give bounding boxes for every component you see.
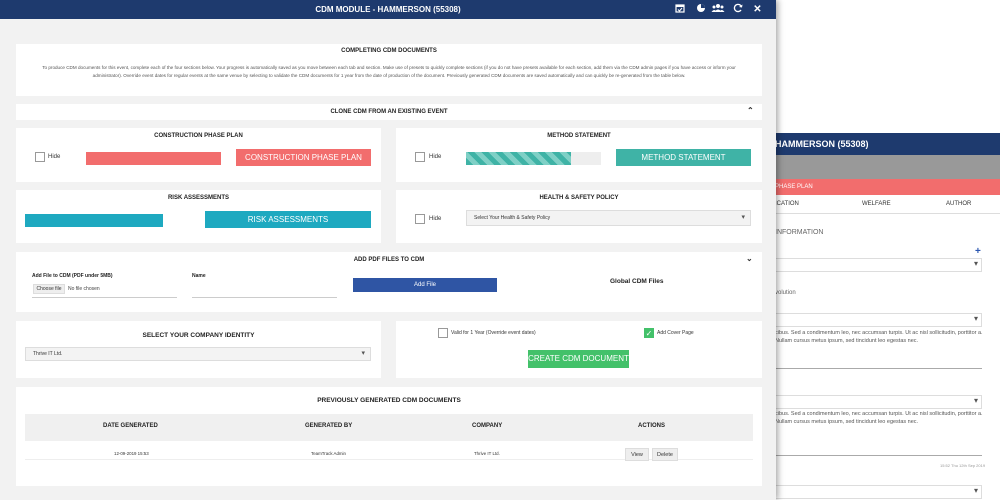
construction-progress-fill bbox=[86, 152, 221, 165]
method-progress-fill bbox=[466, 152, 572, 165]
modal-title: CDM MODULE - HAMMERSON (55308) bbox=[315, 5, 461, 14]
options-panel: Valid for 1 Year (Override event dates) … bbox=[396, 321, 762, 378]
company-select[interactable]: Thrive IT Ltd. bbox=[25, 347, 371, 361]
background-select-2[interactable] bbox=[772, 313, 982, 327]
calendar-check-icon[interactable] bbox=[673, 3, 686, 16]
method-hide-checkbox[interactable] bbox=[415, 152, 425, 162]
view-button[interactable]: View bbox=[625, 448, 649, 461]
risk-progress-bar bbox=[25, 214, 163, 227]
global-cdm-files-label: Global CDM Files bbox=[610, 278, 664, 285]
company-value: Thrive IT Ltd. bbox=[33, 351, 63, 357]
header-date-generated: DATE GENERATED bbox=[103, 423, 158, 429]
method-title: METHOD STATEMENT bbox=[547, 133, 611, 139]
header-company: COMPANY bbox=[472, 423, 503, 429]
clone-panel[interactable]: CLONE CDM FROM AN EXISTING EVENT ⌃ bbox=[16, 104, 762, 120]
row-generated-by: TeamTrack Admin bbox=[311, 451, 346, 456]
row-date: 12-09-2019 15:53 bbox=[114, 451, 149, 456]
health-policy-value: Select Your Health & Safety Policy bbox=[474, 215, 551, 221]
add-file-button[interactable]: Add File bbox=[353, 278, 497, 292]
risk-panel: RISK ASSESSMENTS RISK ASSESSMENTS bbox=[16, 190, 381, 243]
background-text-2: cibus. Sed a condimentum leo, nec accums… bbox=[775, 411, 983, 425]
plus-icon[interactable]: + bbox=[975, 246, 981, 257]
health-hide-label: Hide bbox=[429, 216, 442, 222]
construction-phase-plan-button[interactable]: CONSTRUCTION PHASE PLAN bbox=[236, 149, 371, 166]
information-heading: INFORMATION bbox=[775, 229, 824, 236]
no-file-text: No file chosen bbox=[68, 286, 100, 292]
modal-titlebar: CDM MODULE - HAMMERSON (55308) ✕ bbox=[0, 0, 776, 19]
background-window: HAMMERSON (55308) PHASE PLAN ICATION WEL… bbox=[772, 0, 1000, 500]
row-company: Thrive IT Ltd. bbox=[474, 451, 500, 456]
chevron-down-icon[interactable]: ⌄ bbox=[746, 254, 753, 263]
background-text-1: cibus. Sed a condimentum leo, nec accums… bbox=[775, 330, 983, 344]
delete-button[interactable]: Delete bbox=[652, 448, 678, 461]
background-input-2[interactable] bbox=[772, 455, 982, 456]
method-progress-bar bbox=[466, 152, 601, 165]
create-cdm-document-button[interactable]: CREATE CDM DOCUMENT bbox=[528, 350, 629, 368]
background-window-title: HAMMERSON (55308) bbox=[772, 133, 1000, 155]
file-input-underline bbox=[32, 297, 177, 298]
background-tabs: ICATION WELFARE AUTHOR bbox=[772, 198, 1000, 212]
completing-title: COMPLETING CDM DOCUMENTS bbox=[341, 48, 437, 54]
background-select-4[interactable] bbox=[772, 485, 982, 499]
method-statement-button[interactable]: METHOD STATEMENT bbox=[616, 149, 751, 166]
health-policy-select[interactable]: Select Your Health & Safety Policy bbox=[466, 210, 751, 226]
method-panel: METHOD STATEMENT Hide METHOD STATEMENT bbox=[396, 128, 762, 182]
risk-title: RISK ASSESSMENTS bbox=[167, 195, 230, 201]
close-icon[interactable]: ✕ bbox=[751, 3, 764, 16]
chevron-up-icon[interactable]: ⌃ bbox=[747, 106, 754, 115]
header-actions: ACTIONS bbox=[638, 423, 665, 429]
completing-instructions: To produce CDM documents for this event,… bbox=[42, 65, 736, 78]
method-hide-label: Hide bbox=[429, 154, 442, 160]
valid-one-year-label: Valid for 1 Year (Override event dates) bbox=[451, 330, 536, 336]
construction-title: CONSTRUCTION PHASE PLAN bbox=[154, 133, 243, 139]
background-select-3[interactable] bbox=[772, 395, 982, 409]
health-hide-checkbox[interactable] bbox=[415, 214, 425, 224]
file-label: Add File to CDM (PDF under 5MB) bbox=[32, 273, 113, 279]
header-generated-by: GENERATED BY bbox=[305, 423, 353, 429]
construction-hide-label: Hide bbox=[48, 154, 61, 160]
company-panel: SELECT YOUR COMPANY IDENTITY Thrive IT L… bbox=[16, 321, 381, 378]
name-input[interactable] bbox=[192, 297, 337, 298]
tab-welfare[interactable]: WELFARE bbox=[862, 201, 891, 207]
health-title: HEALTH & SAFETY POLICY bbox=[539, 195, 619, 201]
company-title: SELECT YOUR COMPANY IDENTITY bbox=[142, 332, 255, 339]
pdf-title: ADD PDF FILES TO CDM bbox=[353, 257, 425, 263]
name-label: Name bbox=[192, 273, 206, 279]
refresh-icon[interactable] bbox=[731, 3, 744, 16]
background-section-label: PHASE PLAN bbox=[772, 179, 1000, 195]
background-timestamp: 15:52 Thu 12th Sep 2019 bbox=[940, 463, 986, 468]
choose-file-button[interactable]: Choose file bbox=[33, 284, 65, 294]
pdf-panel: ADD PDF FILES TO CDM ⌄ Add File to CDM (… bbox=[16, 252, 762, 312]
previous-docs-title: PREVIOUSLY GENERATED CDM DOCUMENTS bbox=[317, 397, 461, 404]
tab-ication[interactable]: ICATION bbox=[775, 201, 799, 207]
users-icon[interactable] bbox=[710, 3, 726, 16]
construction-progress-bar bbox=[86, 152, 221, 165]
tab-author[interactable]: AUTHOR bbox=[946, 201, 971, 207]
cdm-modal: CDM MODULE - HAMMERSON (55308) ✕ COMPLET… bbox=[0, 0, 776, 500]
health-panel: HEALTH & SAFETY POLICY Hide Select Your … bbox=[396, 190, 762, 243]
background-select-1[interactable] bbox=[772, 258, 982, 272]
construction-panel: CONSTRUCTION PHASE PLAN Hide CONSTRUCTIO… bbox=[16, 128, 381, 182]
pie-chart-icon[interactable] bbox=[694, 3, 707, 16]
background-input-1[interactable] bbox=[772, 368, 982, 369]
completing-panel: COMPLETING CDM DOCUMENTS To produce CDM … bbox=[16, 44, 762, 96]
previous-docs-panel: PREVIOUSLY GENERATED CDM DOCUMENTS bbox=[16, 387, 762, 486]
valid-one-year-checkbox[interactable] bbox=[438, 328, 448, 338]
construction-hide-checkbox[interactable] bbox=[35, 152, 45, 162]
risk-progress-fill bbox=[25, 214, 163, 227]
risk-assessments-button[interactable]: RISK ASSESSMENTS bbox=[205, 211, 371, 228]
add-cover-page-label: Add Cover Page bbox=[657, 330, 694, 336]
background-toolbar bbox=[772, 155, 1000, 179]
clone-title: CLONE CDM FROM AN EXISTING EVENT bbox=[330, 109, 448, 115]
background-field-label: volution bbox=[775, 290, 796, 296]
tabs-divider bbox=[772, 213, 1000, 214]
add-cover-page-checkbox[interactable]: ✓ bbox=[644, 328, 654, 338]
